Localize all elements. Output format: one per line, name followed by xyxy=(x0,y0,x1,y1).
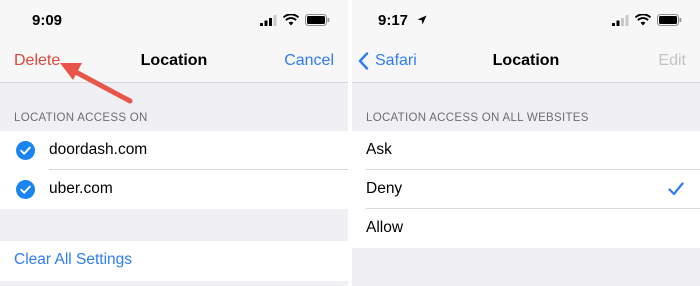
option-label: Ask xyxy=(366,141,392,158)
page-title: Location xyxy=(492,52,560,69)
edit-button: Edit xyxy=(658,52,686,69)
status-time: 9:09 xyxy=(32,12,63,29)
site-label: uber.com xyxy=(49,180,113,197)
clear-all-settings-row[interactable]: Clear All Settings xyxy=(0,241,348,281)
location-arrow-icon xyxy=(417,15,427,25)
signal-icon xyxy=(612,14,629,26)
site-row-doordash[interactable]: doordash.com xyxy=(0,131,348,170)
option-label: Deny xyxy=(366,180,403,197)
wifi-icon xyxy=(635,14,651,26)
site-row-uber[interactable]: uber.com xyxy=(0,170,348,209)
navigation-bar: Delete Location Cancel xyxy=(0,44,348,83)
status-bar: 9:17 xyxy=(352,0,700,44)
checkmark-circle-icon[interactable] xyxy=(16,141,35,160)
cancel-button[interactable]: Cancel xyxy=(284,52,334,70)
status-time: 9:17 xyxy=(378,12,409,29)
option-row-allow[interactable]: Allow xyxy=(352,209,700,248)
screenshot-composite: 9:09 Delete Location Cancel LOCATION ACC… xyxy=(0,0,700,286)
section-header: LOCATION ACCESS ON ALL WEBSITES xyxy=(366,112,589,124)
option-row-deny[interactable]: Deny xyxy=(352,170,700,209)
navigation-bar: Safari Location Edit xyxy=(352,44,700,83)
clear-all-settings-button[interactable]: Clear All Settings xyxy=(14,251,132,269)
option-label: Allow xyxy=(366,219,404,236)
right-screen: 9:17 Safari Location Edit LOCATION ACCES… xyxy=(352,0,700,286)
status-icons xyxy=(260,14,330,26)
checkmark-circle-icon[interactable] xyxy=(16,180,35,199)
checkmark-icon xyxy=(668,182,684,196)
section-header: LOCATION ACCESS ON xyxy=(14,112,148,124)
site-label: doordash.com xyxy=(49,141,148,158)
option-row-ask[interactable]: Ask xyxy=(352,131,700,170)
status-icons xyxy=(612,14,682,26)
battery-icon xyxy=(305,14,330,26)
left-screen: 9:09 Delete Location Cancel LOCATION ACC… xyxy=(0,0,348,286)
battery-icon xyxy=(657,14,682,26)
wifi-icon xyxy=(283,14,299,26)
signal-icon xyxy=(260,14,277,26)
annotation-arrow-icon xyxy=(60,63,133,104)
status-bar: 9:09 xyxy=(0,0,348,44)
